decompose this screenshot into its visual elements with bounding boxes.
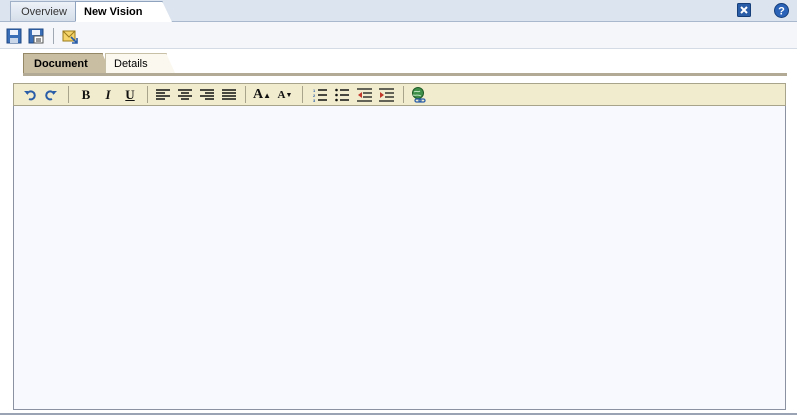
- toolbar-separator: [302, 86, 303, 103]
- redo-icon[interactable]: [43, 87, 59, 103]
- save-icon[interactable]: [6, 28, 22, 44]
- toolbar-separator: [68, 86, 69, 103]
- close-icon[interactable]: [737, 3, 751, 17]
- align-center-icon[interactable]: [177, 87, 193, 103]
- bottom-border: [0, 413, 797, 415]
- font-size-increase-button[interactable]: A ▲: [252, 87, 272, 103]
- numbered-list-icon[interactable]: 123: [312, 87, 328, 103]
- toolbar-separator: [403, 86, 404, 103]
- align-right-icon[interactable]: [199, 87, 215, 103]
- align-left-icon[interactable]: [155, 87, 171, 103]
- outdent-icon[interactable]: [356, 87, 372, 103]
- tab-new-vision[interactable]: New Vision: [75, 1, 172, 22]
- font-size-decrease-button[interactable]: A ▼: [277, 87, 293, 103]
- arrow-up-icon: ▲: [263, 90, 272, 100]
- arrow-down-icon: ▼: [285, 91, 293, 99]
- tab-overview[interactable]: Overview: [10, 1, 78, 21]
- toolbar-separator: [53, 28, 54, 44]
- italic-button[interactable]: I: [100, 87, 116, 103]
- rich-text-editor[interactable]: [13, 106, 786, 410]
- toolbar-separator: [147, 86, 148, 103]
- undo-icon[interactable]: [22, 87, 38, 103]
- svg-text:3: 3: [313, 98, 316, 102]
- align-justify-icon[interactable]: [221, 87, 237, 103]
- main-toolbar: [0, 22, 797, 49]
- tab-details[interactable]: Details: [105, 53, 176, 75]
- save-as-icon[interactable]: [28, 28, 44, 44]
- send-icon[interactable]: [62, 28, 78, 44]
- svg-text:?: ?: [778, 6, 785, 18]
- indent-icon[interactable]: [378, 87, 394, 103]
- tab-document[interactable]: Document: [23, 53, 112, 75]
- top-tab-strip: Overview New Vision ?: [0, 0, 797, 22]
- toolbar-separator: [245, 86, 246, 103]
- insert-link-icon[interactable]: [411, 87, 427, 103]
- bullet-list-icon[interactable]: [334, 87, 350, 103]
- font-size-decrease-label: A: [277, 89, 286, 101]
- underline-button[interactable]: U: [122, 87, 138, 103]
- font-size-increase-label: A: [252, 87, 264, 102]
- help-icon[interactable]: ?: [774, 3, 789, 18]
- editor-toolbar: B I U A ▲ A ▼ 123: [13, 83, 786, 106]
- bold-button[interactable]: B: [78, 87, 94, 103]
- tab-underline: [23, 73, 787, 76]
